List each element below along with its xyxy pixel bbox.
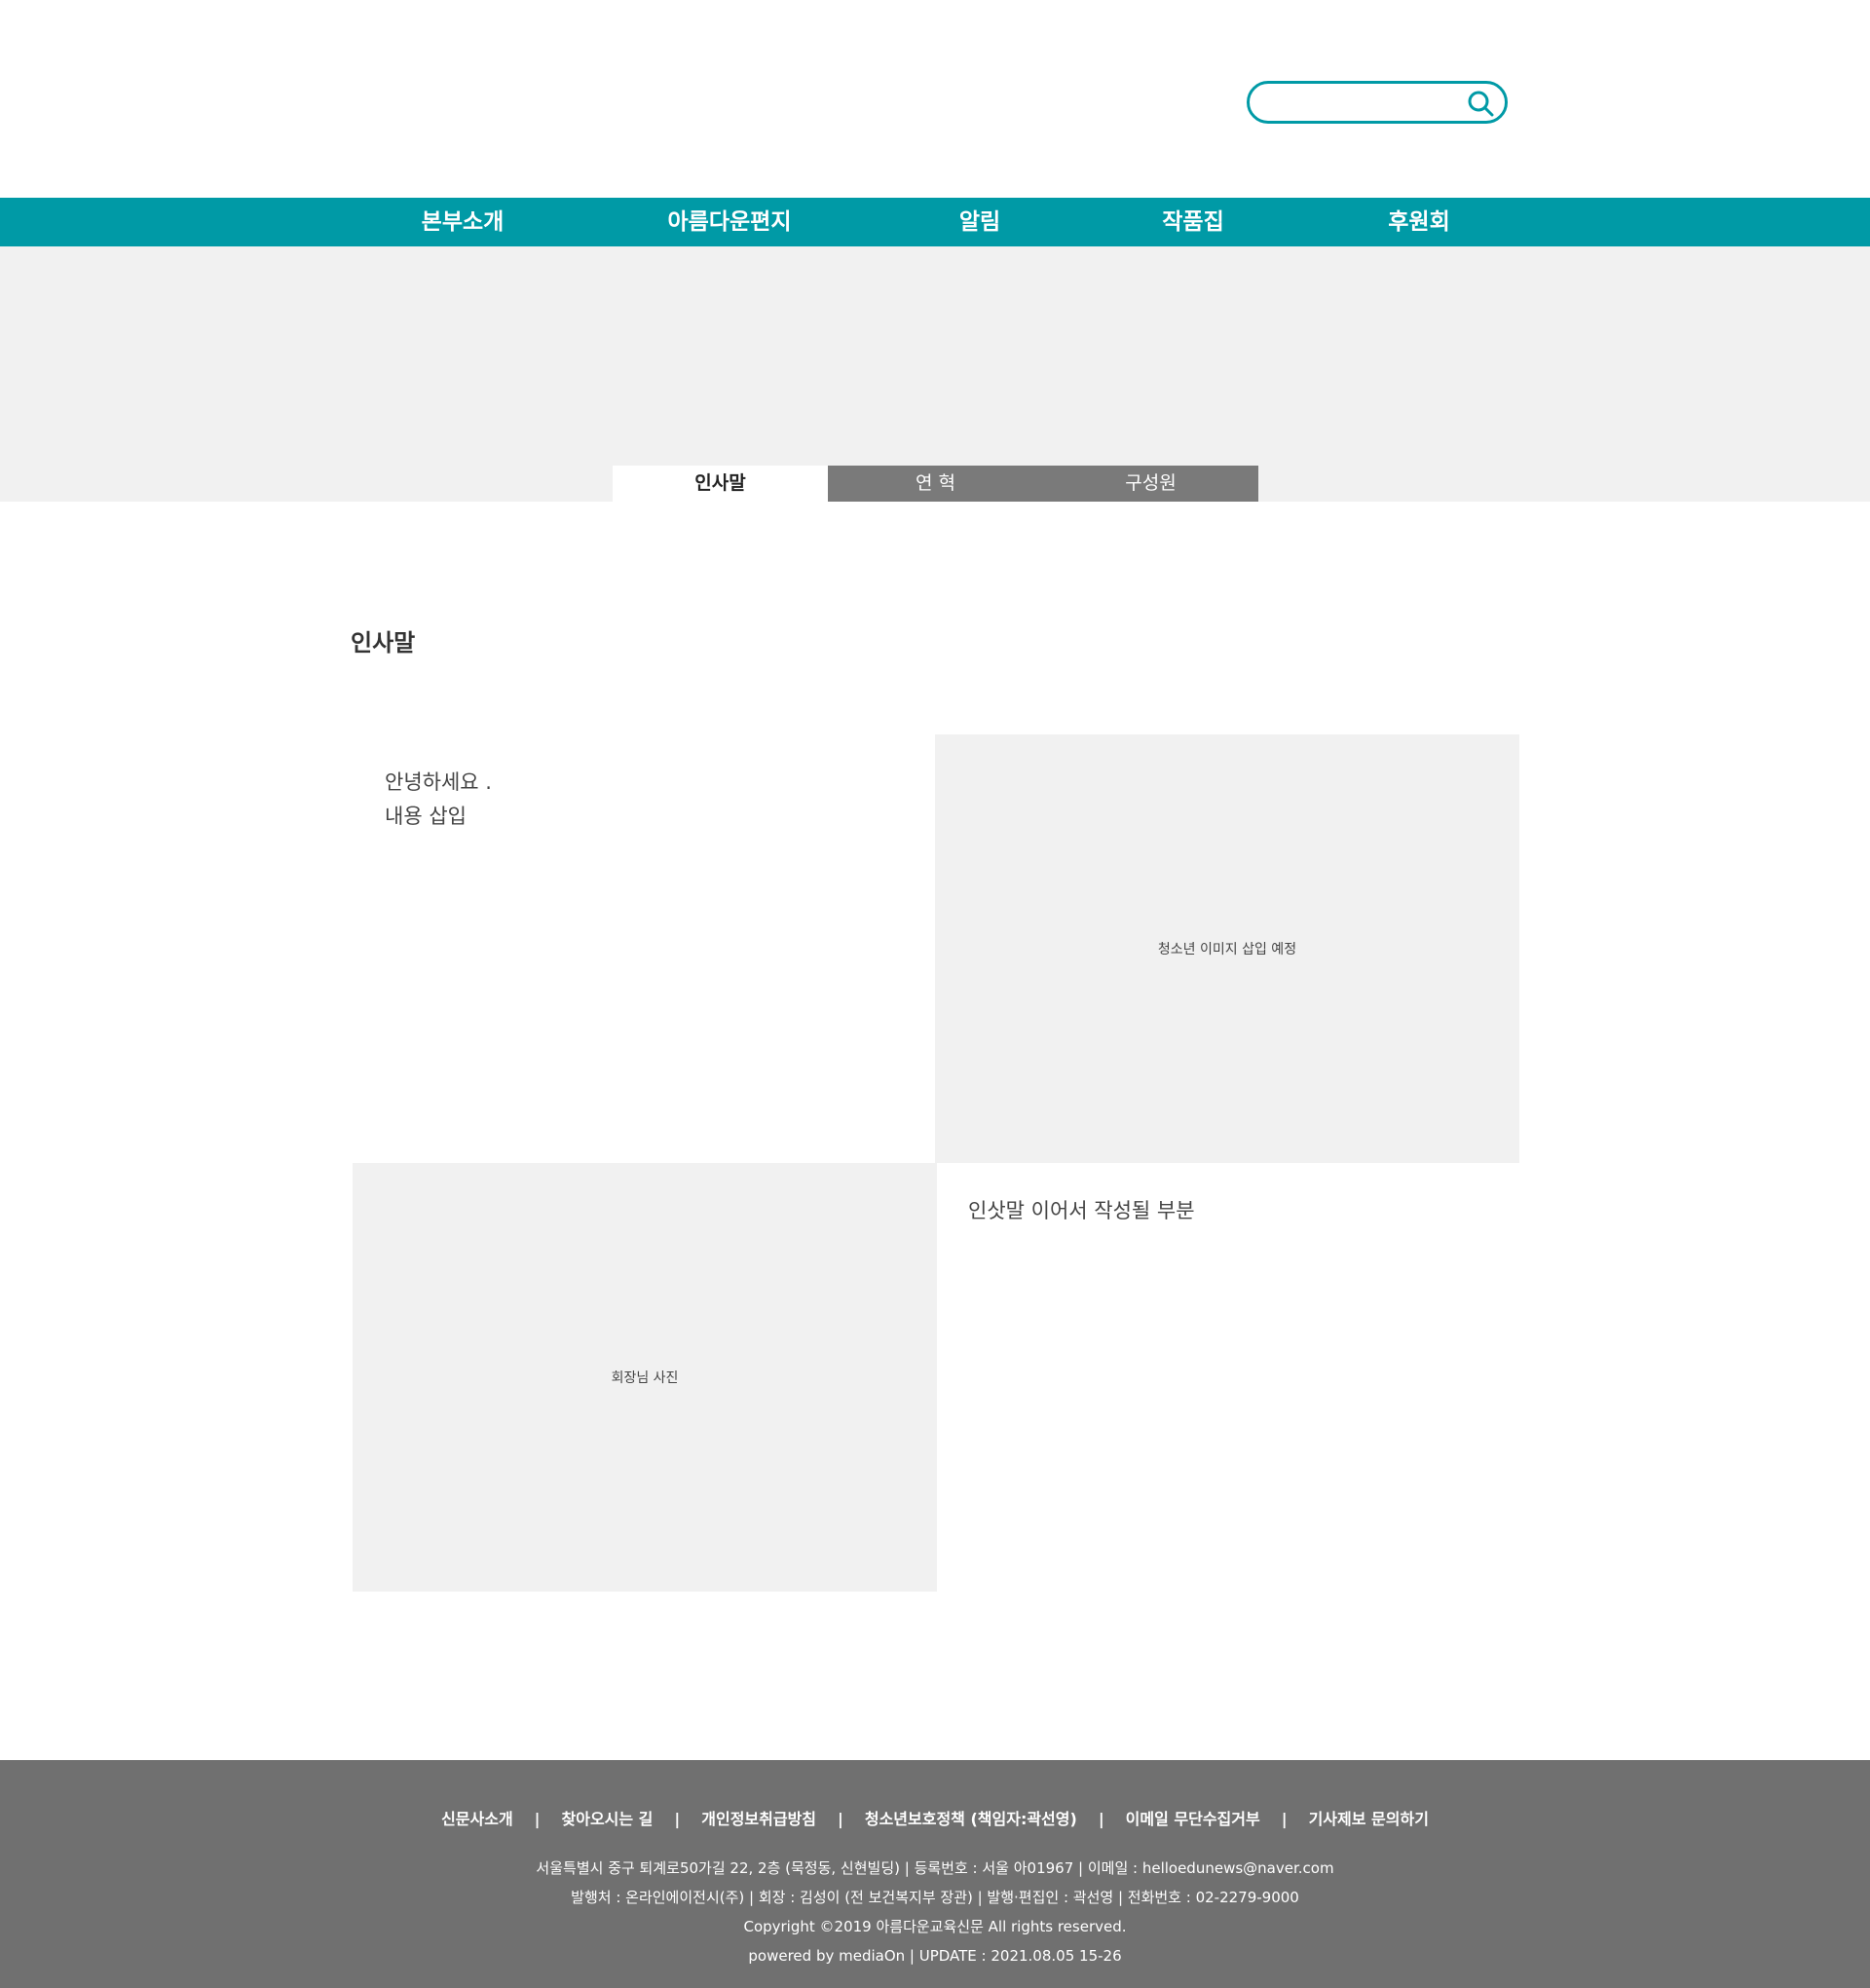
image-placeholder-label: 청소년 이미지 삽입 예정 bbox=[1157, 942, 1297, 957]
footer-info: 서울특별시 중구 퇴계로50가길 22, 2층 (묵정동, 신현빌딩) | 등록… bbox=[0, 1854, 1870, 1970]
banner bbox=[0, 246, 1870, 502]
tab-greeting[interactable]: 인사말 bbox=[613, 466, 828, 502]
footer-address: 서울특별시 중구 퇴계로50가길 22, 2층 (묵정동, 신현빌딩) | 등록… bbox=[536, 1859, 1334, 1877]
site-footer: 신문사소개 | 찾아오시는 길 | 개인정보취급방침 | 청소년보호정책 (책임자:곽선영)… bbox=[0, 1760, 1870, 1988]
nav-item-notice[interactable]: 알림 bbox=[959, 198, 1000, 246]
nav-item-about[interactable]: 본부소개 bbox=[422, 198, 505, 246]
search-box[interactable] bbox=[1247, 81, 1508, 124]
chairman-photo-placeholder: 회장님 사진 bbox=[353, 1163, 937, 1592]
footer-separator: | bbox=[1098, 1810, 1104, 1828]
footer-link-news-tip[interactable]: 기사제보 문의하기 bbox=[1309, 1810, 1429, 1828]
nav-item-works[interactable]: 작품집 bbox=[1162, 198, 1223, 246]
sub-tabs: 인사말 연 혁 구성원 bbox=[613, 466, 1258, 502]
site-header bbox=[0, 0, 1870, 198]
youth-image-placeholder: 청소년 이미지 삽입 예정 bbox=[935, 734, 1519, 1163]
footer-link-youth-policy[interactable]: 청소년보호정책 (책임자:곽선영) bbox=[865, 1810, 1077, 1828]
footer-publisher: 발행처 : 온라인에이전시(주) | 회장 : 김성이 (전 보건복지부 장관)… bbox=[571, 1889, 1299, 1906]
search-icon[interactable] bbox=[1466, 89, 1495, 118]
footer-link-email-refusal[interactable]: 이메일 무단수집거부 bbox=[1126, 1810, 1260, 1828]
footer-separator: | bbox=[674, 1810, 681, 1828]
intro-line: 안녕하세요 . bbox=[385, 770, 492, 794]
footer-link-company[interactable]: 신문사소개 bbox=[441, 1810, 513, 1828]
footer-separator: | bbox=[1281, 1810, 1288, 1828]
image-placeholder-label: 회장님 사진 bbox=[611, 1370, 679, 1386]
footer-link-privacy[interactable]: 개인정보취급방침 bbox=[701, 1810, 816, 1828]
footer-copyright: Copyright ©2019 아름다운교육신문 All rights rese… bbox=[743, 1918, 1127, 1935]
page-title: 인사말 bbox=[351, 629, 416, 656]
footer-links: 신문사소개 | 찾아오시는 길 | 개인정보취급방침 | 청소년보호정책 (책임자:곽선영)… bbox=[0, 1806, 1870, 1829]
footer-powered: powered by mediaOn | UPDATE : 2021.08.05… bbox=[748, 1947, 1122, 1965]
greeting-continued-text: 인삿말 이어서 작성될 부분 bbox=[968, 1199, 1195, 1222]
nav-item-support[interactable]: 후원회 bbox=[1388, 198, 1449, 246]
footer-separator: | bbox=[838, 1810, 843, 1828]
tab-history[interactable]: 연 혁 bbox=[828, 466, 1043, 502]
footer-link-directions[interactable]: 찾아오시는 길 bbox=[562, 1810, 654, 1828]
footer-separator: | bbox=[534, 1810, 541, 1828]
search-input[interactable] bbox=[1265, 90, 1460, 115]
main-nav: 본부소개 아름다운편지 알림 작품집 후원회 bbox=[0, 198, 1870, 246]
intro-line: 내용 삽입 bbox=[385, 805, 467, 828]
nav-item-letters[interactable]: 아름다운편지 bbox=[668, 198, 792, 246]
tab-members[interactable]: 구성원 bbox=[1043, 466, 1258, 502]
intro-text: 안녕하세요 . 내용 삽입 bbox=[385, 766, 492, 834]
